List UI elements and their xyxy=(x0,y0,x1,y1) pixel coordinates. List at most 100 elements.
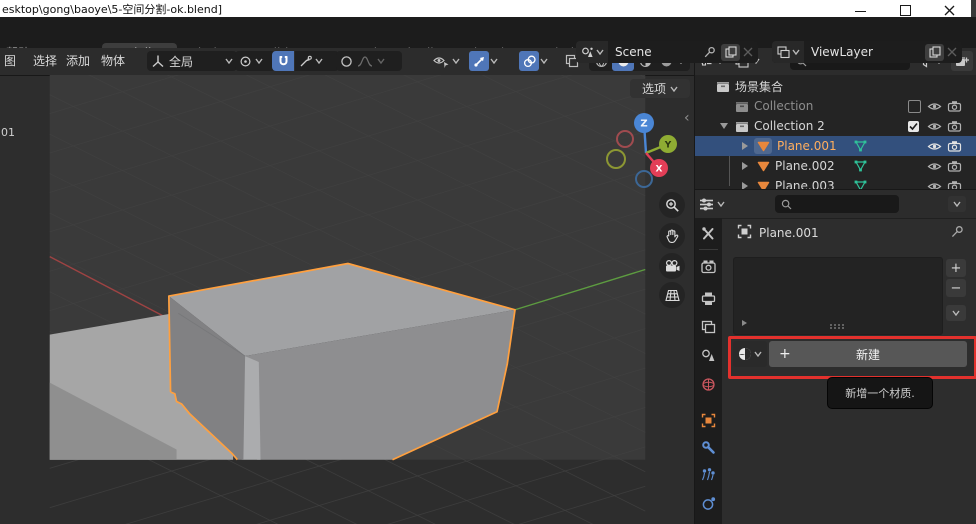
exclude-checkbox[interactable] xyxy=(908,121,919,132)
scene-icon[interactable] xyxy=(576,41,608,63)
view-layer-name[interactable]: ViewLayer xyxy=(804,45,925,59)
properties-editor-type-dropdown[interactable] xyxy=(699,194,735,214)
render-camera-icon[interactable] xyxy=(947,120,962,132)
tab-object[interactable] xyxy=(701,413,716,428)
proportional-editing-group[interactable] xyxy=(336,51,402,71)
close-button[interactable] xyxy=(944,3,956,15)
properties-search[interactable] xyxy=(775,195,899,213)
row-label[interactable]: 场景集合 xyxy=(735,78,783,95)
tab-output[interactable] xyxy=(701,291,716,306)
properties-options-dropdown[interactable] xyxy=(948,196,966,212)
row-label[interactable]: Collection xyxy=(754,99,813,113)
resize-grip-icon[interactable] xyxy=(830,324,844,330)
row-label[interactable]: Plane.002 xyxy=(775,159,835,173)
view-layer-selector[interactable]: ViewLayer xyxy=(772,41,962,63)
outliner-row-collection[interactable]: Collection xyxy=(695,96,976,116)
hide-eye-icon[interactable] xyxy=(927,141,942,152)
render-camera-icon[interactable] xyxy=(947,100,962,112)
unlink-scene-icon[interactable] xyxy=(743,47,753,57)
browse-material-dropdown[interactable] xyxy=(733,341,767,367)
tab-view-layer[interactable] xyxy=(701,320,716,335)
properties-sliders-icon xyxy=(699,197,714,211)
row-label[interactable]: Collection 2 xyxy=(754,119,825,133)
tab-world[interactable] xyxy=(701,377,716,392)
editor-divider-vertical[interactable] xyxy=(694,48,695,524)
viewport-info-text: 01 xyxy=(1,126,15,139)
maximize-button[interactable] xyxy=(900,3,912,15)
remove-view-layer-icon[interactable] xyxy=(947,47,957,57)
gizmo-dropdown[interactable] xyxy=(490,51,504,71)
render-camera-icon[interactable] xyxy=(947,140,962,152)
tab-separator xyxy=(699,249,718,250)
snap-target-dropdown[interactable] xyxy=(295,51,339,71)
exclude-checkbox[interactable] xyxy=(908,100,921,113)
slot-expand-icon[interactable] xyxy=(742,320,747,326)
menu-view[interactable]: 图 xyxy=(4,48,16,74)
outliner-row-plane-001[interactable]: Plane.001 xyxy=(695,136,976,156)
overlays-dropdown[interactable] xyxy=(540,51,554,71)
gizmo-neg-z-ball[interactable] xyxy=(636,171,652,187)
new-material-button[interactable]: + 新建 xyxy=(769,341,967,367)
hide-eye-icon[interactable] xyxy=(927,121,942,132)
minimize-icon xyxy=(855,11,866,12)
tab-particles[interactable] xyxy=(701,467,716,482)
expand-arrow-icon[interactable] xyxy=(742,162,748,170)
gizmo-neg-y-ball[interactable] xyxy=(607,150,625,168)
collection-icon xyxy=(735,100,749,113)
gizmo-neg-x-ball[interactable] xyxy=(617,131,633,147)
snap-toggle[interactable] xyxy=(272,51,294,71)
viewport-pan-button[interactable] xyxy=(659,223,685,249)
minimize-button[interactable] xyxy=(855,3,867,15)
transform-orientation-dropdown[interactable]: 全局 xyxy=(147,51,237,71)
tab-physics[interactable] xyxy=(701,496,716,511)
material-specials-button[interactable] xyxy=(946,305,966,321)
menu-select[interactable]: 选择 xyxy=(33,48,57,74)
menu-add[interactable]: 添加 xyxy=(66,48,90,74)
viewport-zoom-button[interactable] xyxy=(659,192,685,218)
tab-modifiers[interactable] xyxy=(701,440,716,455)
object-breadcrumb-icon xyxy=(737,224,752,239)
render-camera-icon[interactable] xyxy=(947,160,962,172)
remove-material-slot-button[interactable]: − xyxy=(946,279,966,297)
object-visibility-dropdown[interactable] xyxy=(433,51,467,71)
viewport-perspective-button[interactable] xyxy=(659,282,685,308)
show-gizmo-toggle[interactable] xyxy=(469,51,489,71)
viewport-options-button[interactable]: 选项 xyxy=(630,79,690,98)
viewport-camera-button[interactable] xyxy=(659,253,685,279)
new-scene-button[interactable] xyxy=(721,44,740,61)
material-slot-list[interactable] xyxy=(733,257,943,335)
pivot-point-dropdown[interactable] xyxy=(235,51,275,71)
chevron-down-icon xyxy=(452,58,460,64)
row-label[interactable]: Plane.001 xyxy=(777,139,837,153)
mesh-object-icon xyxy=(757,160,770,172)
outliner-row-plane-002[interactable]: Plane.002 xyxy=(695,156,976,176)
outliner-row-scene-collection[interactable]: 场景集合 xyxy=(695,76,976,96)
options-label: 选项 xyxy=(642,80,666,97)
pin-icon[interactable] xyxy=(703,46,716,59)
pin-icon[interactable] xyxy=(950,225,964,239)
tab-tool[interactable] xyxy=(701,226,716,241)
show-overlays-toggle[interactable] xyxy=(519,51,539,71)
add-material-slot-button[interactable]: + xyxy=(946,259,966,277)
properties-search-input[interactable] xyxy=(796,197,880,211)
menu-object[interactable]: 物体 xyxy=(101,48,125,74)
collection-icon xyxy=(716,80,730,93)
new-view-layer-button[interactable] xyxy=(925,44,944,61)
view-layer-icon[interactable] xyxy=(772,41,804,63)
overlays-icon xyxy=(523,55,536,68)
check-icon xyxy=(908,121,919,132)
editor-divider-horizontal[interactable] xyxy=(695,189,976,190)
tab-render[interactable] xyxy=(701,259,716,274)
scene-name[interactable]: Scene xyxy=(608,45,703,59)
collapse-arrow-icon[interactable] xyxy=(720,123,728,129)
tab-scene[interactable] xyxy=(701,348,716,363)
breadcrumb[interactable]: Plane.001 xyxy=(759,226,819,240)
outliner-row-collection-2[interactable]: Collection 2 xyxy=(695,116,976,136)
hide-eye-icon[interactable] xyxy=(927,161,942,172)
scene-selector[interactable]: Scene xyxy=(576,41,758,63)
expand-arrow-icon[interactable] xyxy=(742,142,748,150)
hide-eye-icon[interactable] xyxy=(927,101,942,112)
viewport-3d[interactable] xyxy=(0,75,695,524)
navigation-gizmo[interactable]: Z Y X xyxy=(598,105,698,195)
blender-window: esktop\gong\baoye\5-空间分割-ok.blend] 帮助 La… xyxy=(0,0,976,524)
